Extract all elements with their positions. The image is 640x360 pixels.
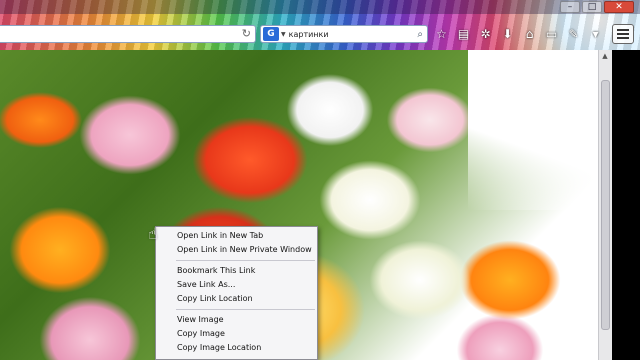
scrollbar-thumb[interactable] bbox=[601, 80, 610, 330]
brush-icon[interactable]: ✎ bbox=[564, 24, 583, 44]
google-icon[interactable]: G bbox=[263, 27, 279, 41]
image-white-background bbox=[468, 50, 598, 210]
engine-dropdown-arrow-icon[interactable]: ▼ bbox=[281, 31, 286, 38]
menu-item-save-link[interactable]: Save Link As... bbox=[156, 278, 317, 292]
maximize-button[interactable]: □ bbox=[582, 1, 602, 13]
window-controls: – □ ✕ bbox=[560, 1, 634, 13]
menu-item-open-private-window[interactable]: Open Link in New Private Window bbox=[156, 243, 317, 257]
menu-item-open-new-tab[interactable]: Open Link in New Tab bbox=[156, 229, 317, 243]
menu-line-icon bbox=[617, 33, 629, 35]
menu-separator bbox=[176, 260, 315, 261]
minimize-button[interactable]: – bbox=[560, 1, 580, 13]
star-icon[interactable]: ☆ bbox=[432, 24, 451, 44]
menu-button[interactable] bbox=[612, 24, 634, 44]
menu-item-copy-image-location[interactable]: Copy Image Location bbox=[156, 341, 317, 355]
chat-icon[interactable]: ▭ bbox=[542, 24, 561, 44]
menu-item-copy-link-location[interactable]: Copy Link Location bbox=[156, 292, 317, 306]
reload-icon[interactable]: ↻ bbox=[242, 27, 251, 40]
search-magnifier-icon[interactable]: ⌕ bbox=[417, 29, 423, 40]
search-input[interactable]: картинки bbox=[289, 30, 418, 39]
home-icon[interactable]: ⌂ bbox=[520, 24, 539, 44]
dropdown-icon[interactable]: ▾ bbox=[586, 24, 605, 44]
title-strip bbox=[0, 0, 640, 14]
close-button[interactable]: ✕ bbox=[604, 1, 634, 13]
context-menu: Open Link in New Tab Open Link in New Pr… bbox=[155, 226, 318, 360]
url-bar[interactable]: ↻ bbox=[0, 25, 256, 43]
menu-line-icon bbox=[617, 37, 629, 39]
menu-item-copy-image[interactable]: Copy Image bbox=[156, 327, 317, 341]
scroll-up-icon[interactable]: ▲ bbox=[599, 52, 611, 62]
menu-line-icon bbox=[617, 29, 629, 31]
mouse-cursor-icon: ☝ bbox=[148, 224, 158, 243]
menu-item-view-image[interactable]: View Image bbox=[156, 313, 317, 327]
search-bar[interactable]: G ▼ картинки ⌕ bbox=[260, 25, 428, 43]
clipboard-icon[interactable]: ▤ bbox=[454, 24, 473, 44]
toolbar-icons: ☆ ▤ ✲ ⬇ ⌂ ▭ ✎ ▾ bbox=[432, 24, 605, 44]
menu-separator bbox=[176, 309, 315, 310]
menu-item-bookmark-link[interactable]: Bookmark This Link bbox=[156, 264, 317, 278]
gear-icon[interactable]: ✲ bbox=[476, 24, 495, 44]
download-icon[interactable]: ⬇ bbox=[498, 24, 517, 44]
